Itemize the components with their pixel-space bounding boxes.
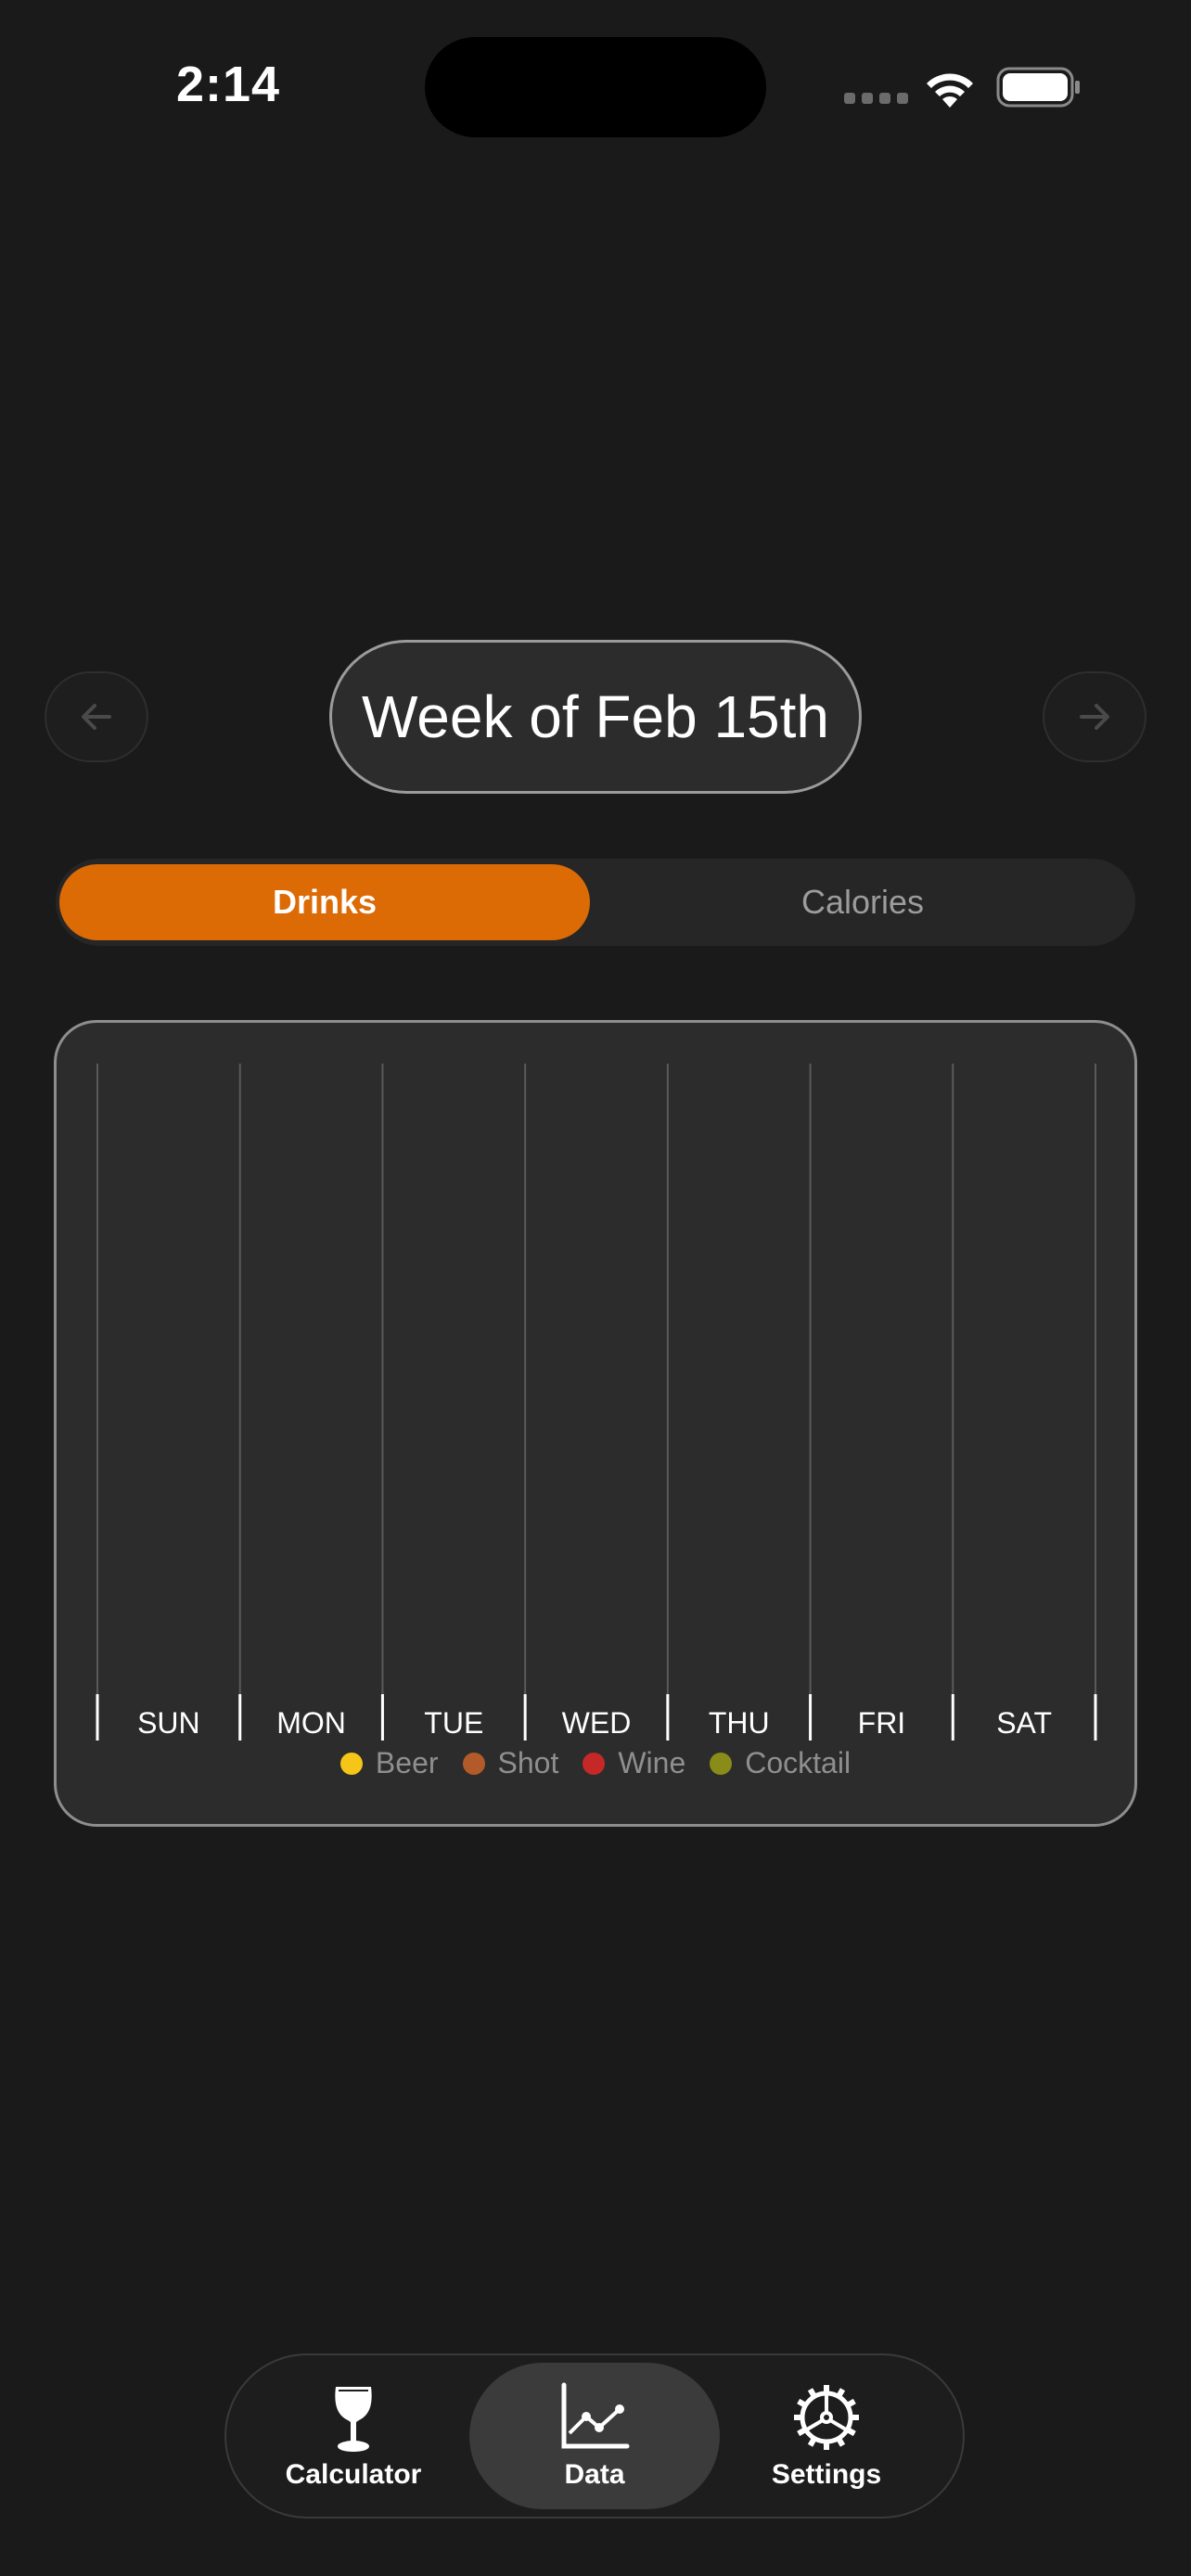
status-time: 2:14: [176, 57, 281, 112]
x-tick-label: FRI: [858, 1706, 906, 1740]
tab-calculator[interactable]: Calculator: [228, 2363, 479, 2509]
tab-settings[interactable]: Settings: [701, 2363, 952, 2509]
x-tick-label: MON: [276, 1706, 346, 1740]
x-tick-label: WED: [562, 1706, 632, 1740]
tab-calculator-label: Calculator: [285, 2459, 422, 2490]
dynamic-island: [425, 37, 766, 137]
x-tick-label: SAT: [996, 1706, 1052, 1740]
chart-legend: Beer Shot Wine Cocktail: [57, 1746, 1134, 1780]
legend-swatch: [583, 1752, 606, 1775]
tab-settings-label: Settings: [771, 2459, 882, 2490]
legend-item-shot: Shot: [462, 1746, 559, 1780]
gear-icon: [794, 2385, 859, 2450]
legend-label: Beer: [375, 1746, 439, 1779]
legend-label: Shot: [497, 1746, 559, 1779]
legend-swatch: [462, 1752, 485, 1775]
weekly-drinks-chart: SUN MON TUE WED THU FRI SAT: [96, 1064, 1097, 1741]
weekly-chart-card: SUN MON TUE WED THU FRI SAT Beer Shot Wine Cockta…: [54, 1020, 1137, 1827]
x-tick-label: THU: [709, 1706, 770, 1740]
drinks-calories-toggle: Drinks Calories: [56, 859, 1135, 946]
segment-calories[interactable]: Calories: [596, 864, 1130, 940]
week-title[interactable]: Week of Feb 15th: [329, 640, 862, 794]
x-tick-label: TUE: [424, 1706, 483, 1740]
arrow-right-icon: [1080, 704, 1109, 730]
tab-data[interactable]: Data: [469, 2363, 720, 2509]
battery-icon: [996, 67, 1080, 108]
arrow-left-icon: [82, 704, 111, 730]
line-chart-icon: [561, 2382, 630, 2449]
tab-data-label: Data: [564, 2459, 625, 2490]
wifi-icon: [927, 73, 973, 108]
x-tick-label: SUN: [137, 1706, 200, 1740]
next-week-button[interactable]: [1043, 671, 1146, 762]
legend-item-beer: Beer: [339, 1746, 439, 1780]
previous-week-button[interactable]: [45, 671, 148, 762]
legend-swatch: [710, 1752, 733, 1775]
legend-label: Cocktail: [745, 1746, 852, 1779]
legend-item-cocktail: Cocktail: [710, 1746, 851, 1780]
segment-drinks[interactable]: Drinks: [59, 864, 590, 940]
legend-item-wine: Wine: [583, 1746, 685, 1780]
cellular-signal-icon: [844, 93, 908, 104]
legend-swatch: [339, 1752, 363, 1775]
wine-glass-icon: [335, 2387, 372, 2452]
tab-bar: Calculator Data Settings: [224, 2353, 965, 2519]
legend-label: Wine: [618, 1746, 686, 1779]
